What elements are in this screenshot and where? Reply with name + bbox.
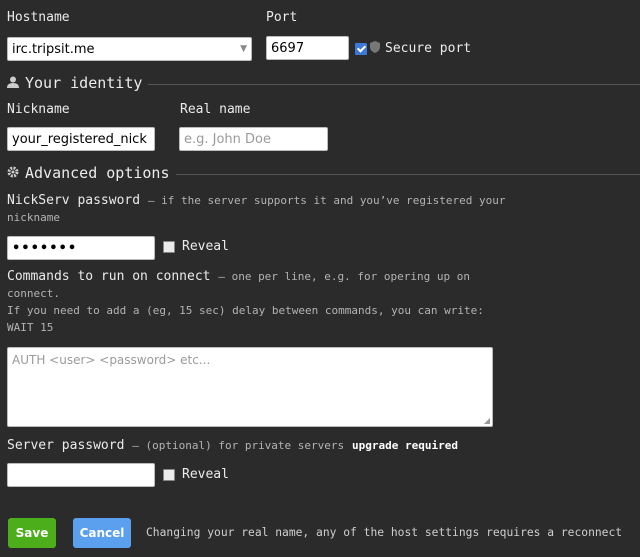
section-divider: [175, 173, 640, 175]
nickname-input[interactable]: your_registered_nick: [7, 127, 155, 151]
commands-textarea[interactable]: AUTH <user> <password> etc... ◢: [7, 347, 493, 427]
section-divider: [148, 83, 640, 85]
shield-icon: [370, 41, 380, 56]
commands-description: Commands to run on connect — one per lin…: [7, 268, 507, 336]
port-label: Port: [266, 10, 298, 25]
identity-section-title: Your identity: [25, 74, 143, 92]
gear-icon: [7, 164, 19, 182]
server-password-label: Server password: [7, 438, 125, 453]
identity-section-header: Your identity: [7, 74, 640, 92]
hostname-label: Hostname: [7, 10, 70, 25]
user-icon: [7, 74, 19, 92]
nickserv-reveal-checkbox[interactable]: [163, 241, 175, 253]
cancel-button[interactable]: Cancel: [73, 518, 131, 548]
save-button[interactable]: Save: [8, 518, 56, 548]
hostname-value: irc.tripsit.me: [12, 41, 95, 57]
port-input[interactable]: 6697: [266, 36, 349, 60]
hostname-select[interactable]: irc.tripsit.me ▼: [7, 37, 252, 61]
nickserv-password-value: •••••••: [12, 240, 78, 256]
server-password-hint: — (optional) for private servers: [132, 439, 345, 452]
realname-label: Real name: [180, 102, 251, 117]
server-password-description: Server password — (optional) for private…: [7, 438, 458, 453]
secure-port-checkbox[interactable]: [355, 43, 367, 55]
commands-label: Commands to run on connect: [7, 269, 211, 284]
server-password-reveal-checkbox[interactable]: [163, 469, 175, 481]
nickserv-label: NickServ password: [7, 193, 141, 208]
server-password-input[interactable]: [7, 463, 155, 487]
realname-placeholder: e.g. John Doe: [184, 131, 272, 147]
advanced-section-title: Advanced options: [25, 164, 170, 182]
port-value: 6697: [271, 40, 305, 56]
nickserv-password-input[interactable]: •••••••: [7, 236, 155, 260]
commands-delay-hint: If you need to add a (eg, 15 sec) delay …: [7, 304, 484, 334]
nickname-label: Nickname: [7, 102, 70, 117]
chevron-down-icon: ▼: [240, 44, 247, 54]
commands-placeholder: AUTH <user> <password> etc...: [12, 353, 211, 367]
nickserv-reveal-label: Reveal: [182, 239, 229, 254]
nickname-value: your_registered_nick: [12, 131, 147, 147]
reconnect-note: Changing your real name, any of the host…: [146, 526, 623, 539]
secure-port-label: Secure port: [385, 41, 472, 56]
resize-handle-icon[interactable]: ◢: [484, 416, 490, 425]
advanced-section-header: Advanced options: [7, 164, 640, 182]
realname-input[interactable]: e.g. John Doe: [179, 127, 328, 151]
nickserv-description: NickServ password — if the server suppor…: [7, 192, 507, 226]
upgrade-required-text: upgrade required: [351, 439, 458, 452]
server-password-reveal-label: Reveal: [182, 467, 229, 482]
